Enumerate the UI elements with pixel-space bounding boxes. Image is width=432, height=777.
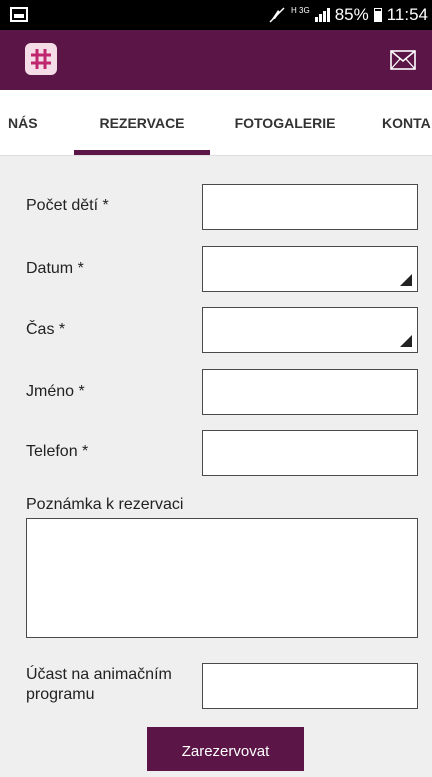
clock: 11:54 [386,5,428,24]
tab-fotogalerie[interactable]: FOTOGALERIE [224,90,346,155]
children-count-input[interactable] [202,184,418,230]
tab-bar: NÁS REZERVACE FOTOGALERIE KONTA [0,90,432,156]
app-bar [0,30,432,90]
time-picker[interactable] [202,307,418,353]
note-label: Poznámka k rezervaci [26,496,184,513]
status-icons: H 3G 85% 11:54 [268,5,428,25]
time-label: Čas * [26,321,66,338]
tab-nas[interactable]: NÁS [0,90,78,155]
no-sound-icon [269,7,285,23]
note-textarea[interactable] [26,518,418,638]
animation-label: Účast na animačním programu [26,666,172,703]
network-type: H 3G [291,5,310,15]
signal-icon [314,8,330,22]
dropdown-corner-icon [400,335,412,347]
phone-input[interactable] [202,430,418,476]
date-picker[interactable] [202,246,418,292]
battery-percent: 85% [334,5,369,24]
date-label: Datum * [26,260,84,277]
tab-rezervace[interactable]: REZERVACE [74,90,210,155]
reserve-button[interactable]: Zarezervovat [147,727,304,771]
image-notification-icon [10,7,28,22]
battery-icon [373,8,382,22]
children-count-label: Počet dětí * [26,197,109,214]
status-bar: H 3G 85% 11:54 [0,0,432,30]
phone-label: Telefon * [26,443,89,460]
grid-logo-icon[interactable] [25,43,57,75]
mail-icon[interactable] [390,49,416,71]
tab-kontakt[interactable]: KONTA [382,90,432,155]
name-input[interactable] [202,369,418,415]
dropdown-corner-icon [400,274,412,286]
name-label: Jméno * [26,383,85,400]
animation-input[interactable] [202,663,418,709]
